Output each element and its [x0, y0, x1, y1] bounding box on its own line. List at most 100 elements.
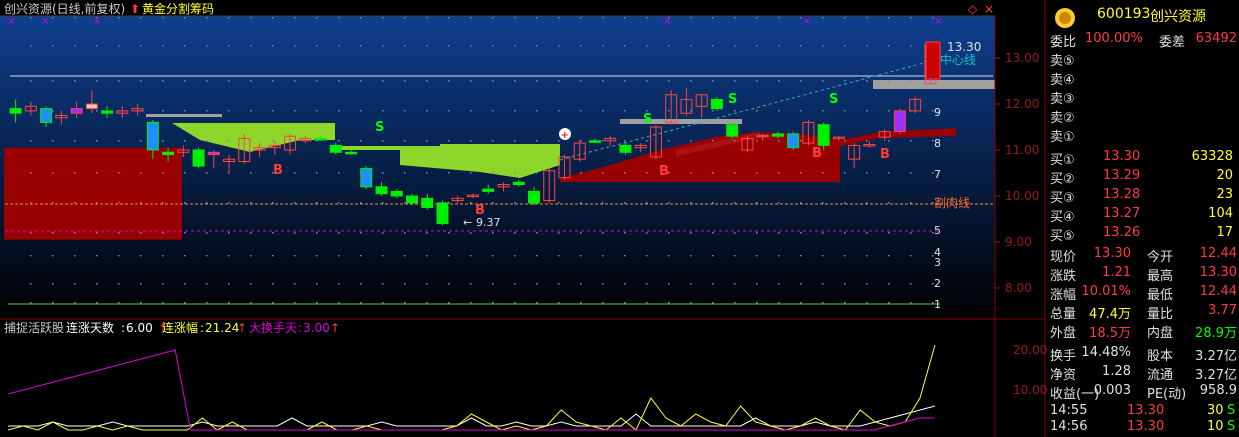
- grid-dot: [228, 110, 230, 112]
- stat-row: 净资 1.28 流通 3.27亿: [1047, 363, 1239, 383]
- grid-dot: [426, 172, 428, 174]
- close-icon[interactable]: ×: [984, 2, 994, 16]
- grid-dot: [448, 110, 450, 112]
- bid-row-3[interactable]: 买③ 13.28 23: [1047, 186, 1239, 206]
- grid-dot: [228, 283, 230, 285]
- grid-dot: [778, 172, 780, 174]
- grid-dot: [272, 255, 274, 257]
- grid-dot: [96, 80, 98, 82]
- grid-dot: [822, 202, 824, 204]
- grid-dot: [74, 172, 76, 174]
- grid-dot: [338, 140, 340, 142]
- grid-dot: [184, 110, 186, 112]
- grid-dot: [800, 172, 802, 174]
- diff-label: 委差: [1159, 35, 1186, 50]
- grid-dot: [712, 302, 714, 304]
- grid-dot: [756, 45, 758, 47]
- grid-dot: [316, 80, 318, 82]
- grid-dot: [558, 283, 560, 285]
- grid-dot: [690, 255, 692, 257]
- stat-label: 外盘: [1050, 326, 1077, 341]
- grid-dot: [338, 302, 340, 304]
- grid-dot: [404, 140, 406, 142]
- stock-code: 600193: [1097, 6, 1151, 22]
- grid-dot: [52, 232, 54, 234]
- ask-label: 卖②: [1050, 111, 1075, 126]
- grid-dot: [866, 140, 868, 142]
- grid-dot: [536, 140, 538, 142]
- grid-dot: [536, 17, 538, 19]
- grid-dot: [778, 17, 780, 19]
- grid-dot: [602, 45, 604, 47]
- stat-value: 18.5万: [1089, 326, 1131, 341]
- grid-dot: [294, 17, 296, 19]
- grid-dot: [382, 140, 384, 142]
- grid-dot: [646, 172, 648, 174]
- grid-dot: [712, 202, 714, 204]
- grid-dot: [250, 172, 252, 174]
- grid-dot: [690, 172, 692, 174]
- stat-label: 流通: [1147, 368, 1174, 383]
- grid-dot: [96, 302, 98, 304]
- grid-dot: [338, 172, 340, 174]
- y-tick-label: 9.00: [1005, 235, 1032, 249]
- diff-value: 63492: [1195, 31, 1237, 46]
- ask-row-5[interactable]: 卖⑤: [1047, 49, 1239, 69]
- grid-dot: [140, 45, 142, 47]
- grid-dot: [866, 283, 868, 285]
- candle-body: [162, 151, 175, 156]
- grid-dot: [734, 283, 736, 285]
- bid-row-4[interactable]: 买④ 13.27 104: [1047, 205, 1239, 225]
- stat-label: PE(动): [1147, 387, 1187, 402]
- grid-dot: [778, 140, 780, 142]
- resistance-bar: [620, 119, 742, 124]
- grid-dot: [734, 17, 736, 19]
- indicator-name[interactable]: 黄金分割筹码: [142, 1, 214, 16]
- ask-row-4[interactable]: 卖④: [1047, 68, 1239, 88]
- ask-row-2[interactable]: 卖②: [1047, 106, 1239, 126]
- candle-body: [726, 124, 739, 137]
- grid-dot: [316, 172, 318, 174]
- grid-dot: [294, 202, 296, 204]
- grid-dot: [690, 80, 692, 82]
- grid-dot: [646, 45, 648, 47]
- grid-dot: [624, 283, 626, 285]
- high-label: 13.30: [947, 40, 981, 54]
- grid-dot: [536, 80, 538, 82]
- grid-dot: [624, 202, 626, 204]
- bid-price: 13.29: [1103, 168, 1141, 183]
- grid-dot: [162, 232, 164, 234]
- bid-row-5[interactable]: 买⑤ 13.26 17: [1047, 224, 1239, 244]
- bid-row-2[interactable]: 买② 13.29 20: [1047, 167, 1239, 187]
- ask-row-1[interactable]: 卖①: [1047, 125, 1239, 145]
- grid-dot: [734, 140, 736, 142]
- grid-dot: [756, 202, 758, 204]
- ask-row-3[interactable]: 卖③: [1047, 87, 1239, 107]
- grid-dot: [294, 302, 296, 304]
- grid-dot: [668, 302, 670, 304]
- grid-dot: [140, 283, 142, 285]
- stat-label: 总量: [1050, 307, 1077, 322]
- grid-dot: [514, 255, 516, 257]
- tick-time: 14:55: [1050, 403, 1088, 418]
- arrow-up-icon: ⬆: [130, 2, 140, 16]
- grid-dot: [602, 283, 604, 285]
- grid-dot: [580, 45, 582, 47]
- limit-up-candle: [925, 41, 941, 80]
- grid-dot: [382, 17, 384, 19]
- stat-value: 47.4万: [1089, 307, 1131, 322]
- legend-series-1-value: 6.00: [126, 321, 153, 335]
- grid-dot: [52, 140, 54, 142]
- grid-dot: [338, 202, 340, 204]
- grid-dot: [822, 283, 824, 285]
- bid-price: 13.27: [1103, 206, 1141, 221]
- grid-dot: [272, 17, 274, 19]
- grid-dot: [294, 283, 296, 285]
- grid-dot: [580, 302, 582, 304]
- bid-row-1[interactable]: 买① 13.30 63328: [1047, 148, 1239, 168]
- grid-dot: [844, 45, 846, 47]
- diamond-icon[interactable]: ◇: [968, 2, 978, 16]
- grid-dot: [316, 302, 318, 304]
- stat-label: 涨幅: [1050, 288, 1077, 303]
- grid-dot: [844, 232, 846, 234]
